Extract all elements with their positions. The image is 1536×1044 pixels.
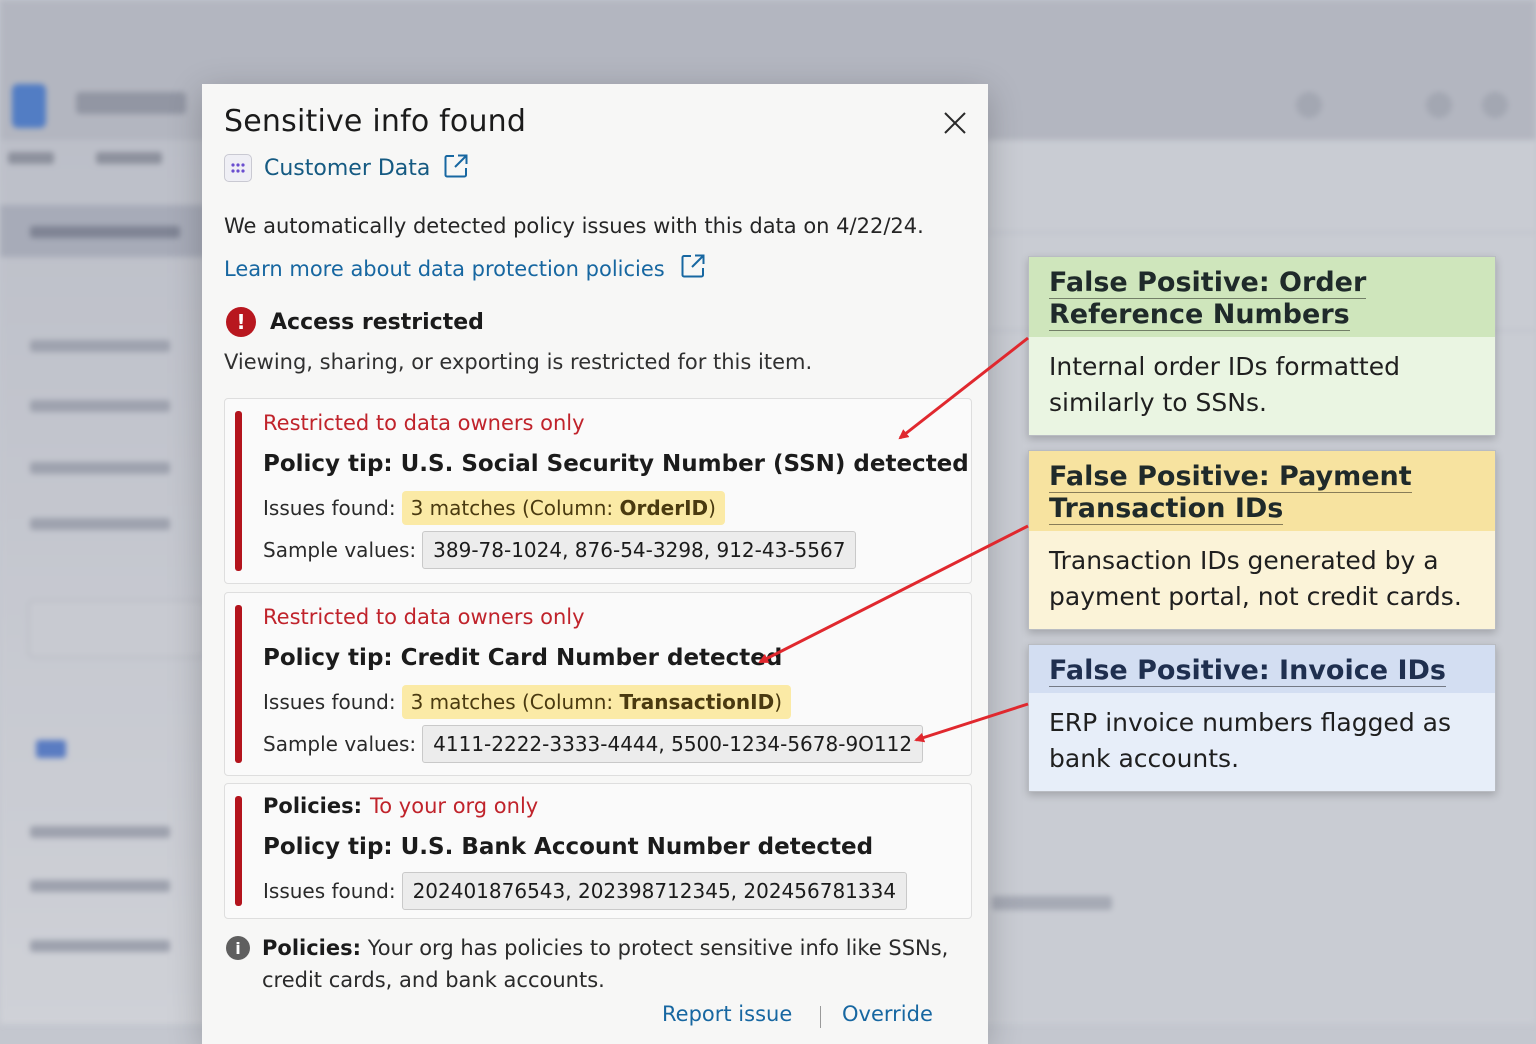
data-source-link[interactable]: Customer Data bbox=[224, 152, 470, 184]
policy-card-credit-card: Restricted to data owners only Policy ti… bbox=[224, 592, 972, 776]
callout-body: Transaction IDs generated by a payment p… bbox=[1029, 531, 1495, 629]
issues-found-row: Issues found: 3 matches (Column: Transac… bbox=[263, 685, 792, 719]
close-icon bbox=[944, 112, 966, 134]
callout-order-reference: False Positive: Order Reference Numbers … bbox=[1028, 256, 1496, 436]
data-source-name: Customer Data bbox=[264, 155, 431, 181]
bg-divider bbox=[988, 232, 1536, 233]
sample-values-chip: 4111-2222-3333-4444, 5500-1234-5678-9O11… bbox=[422, 725, 924, 763]
info-icon: i bbox=[226, 936, 250, 960]
access-restricted-header: ! Access restricted bbox=[226, 307, 484, 337]
sensitive-info-dialog: Sensitive info found Customer Data We au… bbox=[202, 84, 988, 1044]
external-link-icon bbox=[442, 152, 470, 184]
sample-values-row: Sample values: 389-78-1024, 876-54-3298,… bbox=[263, 531, 857, 569]
severity-bar bbox=[235, 605, 242, 763]
bg-icon bbox=[1426, 92, 1452, 118]
bg-icon bbox=[1482, 92, 1508, 118]
bg-side-item bbox=[30, 826, 170, 838]
bg-side-item bbox=[30, 518, 170, 530]
severity-bar bbox=[235, 411, 242, 571]
access-restricted-title: Access restricted bbox=[270, 309, 484, 335]
grid-dots-icon bbox=[224, 154, 252, 182]
access-restricted-description: Viewing, sharing, or exporting is restri… bbox=[224, 350, 813, 374]
external-link-icon bbox=[679, 252, 707, 285]
sample-values-row: Sample values: 4111-2222-3333-4444, 5500… bbox=[263, 725, 924, 763]
bg-right-text bbox=[992, 896, 1112, 910]
callout-body: Internal order IDs formatted similarly t… bbox=[1029, 337, 1495, 435]
close-button[interactable] bbox=[938, 106, 972, 140]
issues-found-label: Issues found: bbox=[263, 690, 396, 714]
bg-side-card bbox=[28, 600, 205, 658]
policy-card-ssn: Restricted to data owners only Policy ti… bbox=[224, 398, 972, 584]
policy-card-bank-account: Policies: To your org only Policy tip: U… bbox=[224, 783, 972, 919]
policies-row: Policies: To your org only bbox=[263, 794, 538, 818]
learn-more-link[interactable]: Learn more about data protection policie… bbox=[224, 252, 707, 285]
learn-more-label: Learn more about data protection policie… bbox=[224, 256, 665, 281]
bg-row-text bbox=[30, 226, 180, 238]
policy-tip-title: Policy tip: U.S. Bank Account Number det… bbox=[263, 834, 874, 860]
bg-side-item bbox=[30, 880, 170, 892]
sample-values-label: Sample values: bbox=[263, 538, 417, 562]
policies-label: Policies: bbox=[263, 794, 363, 818]
bg-app-icon bbox=[12, 84, 46, 128]
bg-side-item bbox=[30, 340, 170, 352]
detection-description: We automatically detected policy issues … bbox=[224, 214, 924, 238]
callout-body: ERP invoice numbers flagged as bank acco… bbox=[1029, 693, 1495, 791]
report-issue-link[interactable]: Report issue bbox=[662, 1002, 792, 1026]
callout-title: False Positive: Invoice IDs bbox=[1029, 645, 1495, 693]
callout-title: False Positive: Order Reference Numbers bbox=[1029, 257, 1495, 337]
override-link[interactable]: Override bbox=[842, 1002, 933, 1026]
issues-found-chip: 3 matches (Column: TransactionID) bbox=[401, 685, 792, 719]
sample-values-label: Sample values: bbox=[263, 732, 417, 756]
issues-found-row: Issues found: 3 matches (Column: OrderID… bbox=[263, 491, 725, 525]
policy-tip-title: Policy tip: U.S. Social Security Number … bbox=[263, 451, 969, 477]
bg-blue-chip bbox=[36, 740, 66, 758]
restriction-label: Restricted to data owners only bbox=[263, 411, 585, 435]
policies-value: To your org only bbox=[370, 794, 539, 818]
bg-app-title bbox=[76, 92, 186, 114]
bg-side-item bbox=[30, 462, 170, 474]
issues-found-row: Issues found: 202401876543, 202398712345… bbox=[263, 872, 908, 910]
callout-payment-transaction: False Positive: Payment Transaction IDs … bbox=[1028, 450, 1496, 630]
severity-bar bbox=[235, 796, 242, 906]
bg-side-item bbox=[30, 400, 170, 412]
bg-nav-item bbox=[96, 152, 162, 164]
restriction-label: Restricted to data owners only bbox=[263, 605, 585, 629]
issues-found-label: Issues found: bbox=[263, 879, 396, 903]
error-icon: ! bbox=[226, 307, 256, 337]
policies-note-text: Policies: Your org has policies to prote… bbox=[262, 936, 949, 992]
sample-values-chip: 389-78-1024, 876-54-3298, 912-43-5567 bbox=[422, 531, 857, 569]
bg-icon bbox=[1296, 92, 1322, 118]
callout-invoice-ids: False Positive: Invoice IDs ERP invoice … bbox=[1028, 644, 1496, 792]
issues-found-label: Issues found: bbox=[263, 496, 396, 520]
issues-found-chip: 3 matches (Column: OrderID) bbox=[401, 491, 725, 525]
dialog-title: Sensitive info found bbox=[224, 104, 527, 139]
action-separator bbox=[820, 1006, 821, 1028]
issues-values-chip: 202401876543, 202398712345, 202456781334 bbox=[401, 872, 908, 910]
policy-tip-title: Policy tip: Credit Card Number detected bbox=[263, 645, 783, 671]
bg-nav-item bbox=[8, 152, 54, 164]
bg-side-item bbox=[30, 940, 170, 952]
callout-title: False Positive: Payment Transaction IDs bbox=[1029, 451, 1495, 531]
